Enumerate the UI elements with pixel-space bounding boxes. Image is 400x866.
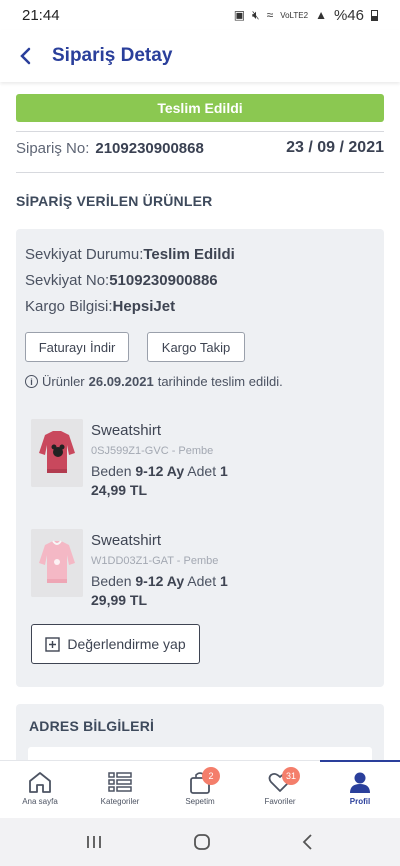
nav-profile-label: Profil [349,797,371,806]
signal-icon: ▲ [315,8,327,22]
app-header: Sipariş Detay [0,30,400,82]
product-image[interactable] [31,419,83,487]
battery-icon [371,9,378,21]
battery-percent: %46 [333,6,364,24]
quantity-label: Adet [187,463,217,479]
wifi-icon: ≈ [266,8,274,22]
cargo-label: Kargo Bilgisi: [25,298,113,315]
product-price: 24,99 TL [91,482,148,498]
download-invoice-button[interactable]: Faturayı İndir [25,332,129,362]
shipment-card: Sevkiyat Durumu:Teslim Edildi Sevkiyat N… [16,229,384,687]
sweatshirt-icon [31,529,83,597]
divider [16,172,384,173]
delivery-note-prefix: Ürünler [42,374,85,389]
categories-icon [108,772,132,792]
nav-home[interactable]: Ana sayfa [0,761,80,818]
address-card: ADRES BİLGİLERİ [16,704,384,760]
shipment-number: Sevkiyat No:5109230900886 [25,272,218,289]
order-detail-content[interactable]: Teslim Edildi Sipariş No: 2109230900868 2… [0,82,400,760]
product-size: Beden 9-12 Ay Adet 1 [91,573,228,589]
status-time: 21:44 [22,6,60,24]
network-label: VoLTE2 [280,10,309,20]
cargo-info: Kargo Bilgisi:HepsiJet [25,298,175,315]
quantity-value: 1 [219,573,228,589]
order-number-label: Sipariş No: [16,139,90,157]
size-value: 9-12 Ay [135,573,185,589]
nav-categories[interactable]: Kategoriler [80,761,160,818]
size-label: Beden [91,573,132,589]
back-button[interactable] [0,30,52,82]
product-image[interactable] [31,529,83,597]
bottom-nav: Ana sayfa Kategoriler 2 Sepetim 31 Favor… [0,760,400,818]
address-box [28,747,372,760]
order-date: 23 / 09 / 2021 [286,139,384,156]
shipment-status-value: Teslim Edildi [143,246,235,263]
product-name[interactable]: Sweatshirt [91,532,161,549]
quantity-value: 1 [219,463,228,479]
order-number-value: 2109230900868 [95,139,204,157]
info-icon: i [25,375,38,388]
back-nav-icon[interactable] [301,833,315,851]
address-section-title: ADRES BİLGİLERİ [29,718,155,734]
add-review-icon [45,636,61,652]
cargo-value: HepsiJet [112,298,176,315]
nav-cart[interactable]: 2 Sepetim [160,761,240,818]
nav-favorites[interactable]: 31 Favoriler [240,761,320,818]
product-item[interactable]: Sweatshirt W1DD03Z1-GAT - Pembe Beden 9-… [31,529,371,619]
status-bar: 21:44 ▣ 🔇︎ ≈ VoLTE2 ▲ %46 [0,0,400,30]
sim-lock-icon: ▣ [233,8,246,22]
shipment-status-label: Sevkiyat Durumu: [25,246,144,263]
write-review-button[interactable]: Değerlendirme yap [31,624,200,664]
home-button-icon[interactable] [193,833,211,851]
product-code: 0SJ599Z1-GVC - Pembe [91,445,214,457]
nav-home-label: Ana sayfa [22,797,58,806]
products-section-title: SİPARİŞ VERİLEN ÜRÜNLER [16,193,213,209]
product-code: W1DD03Z1-GAT - Pembe [91,555,219,567]
delivery-note-suffix: tarihinde teslim edildi. [157,374,283,389]
page-title: Sipariş Detay [52,45,173,66]
nav-profile[interactable]: Profil [320,760,400,818]
order-status-badge: Teslim Edildi [16,94,384,122]
order-number: Sipariş No: 2109230900868 [16,140,204,157]
size-label: Beden [91,463,132,479]
quantity-label: Adet [187,573,217,589]
shipment-status: Sevkiyat Durumu:Teslim Edildi [25,246,235,263]
cart-badge: 2 [202,767,220,785]
nav-favorites-label: Favoriler [264,797,296,806]
product-size: Beden 9-12 Ay Adet 1 [91,463,228,479]
track-cargo-button[interactable]: Kargo Takip [147,332,245,362]
divider [16,131,384,132]
favorites-badge: 31 [282,767,300,785]
status-icons: ▣ 🔇︎ ≈ VoLTE2 ▲ %46 [234,7,378,24]
nav-cart-label: Sepetim [185,797,215,806]
delivery-date: 26.09.2021 [88,374,154,389]
delivery-note: i Ürünler 26.09.2021 tarihinde teslim ed… [25,374,283,389]
shipment-number-label: Sevkiyat No: [25,272,110,289]
product-name[interactable]: Sweatshirt [91,422,161,439]
chevron-left-icon [20,47,31,65]
size-value: 9-12 Ay [135,463,185,479]
sweatshirt-icon [31,419,83,487]
product-price: 29,99 TL [91,592,148,608]
nav-categories-label: Kategoriler [100,797,140,806]
system-nav-bar [0,818,400,866]
recent-apps-icon[interactable] [85,834,103,850]
shipment-number-value: 5109230900886 [109,272,218,289]
order-info-row: Sipariş No: 2109230900868 23 / 09 / 2021 [16,139,384,157]
user-icon [350,772,370,793]
write-review-label: Değerlendirme yap [67,636,186,652]
home-icon [29,772,51,793]
mute-icon: 🔇︎ [252,7,260,22]
product-item[interactable]: Sweatshirt 0SJ599Z1-GVC - Pembe Beden 9-… [31,419,371,509]
